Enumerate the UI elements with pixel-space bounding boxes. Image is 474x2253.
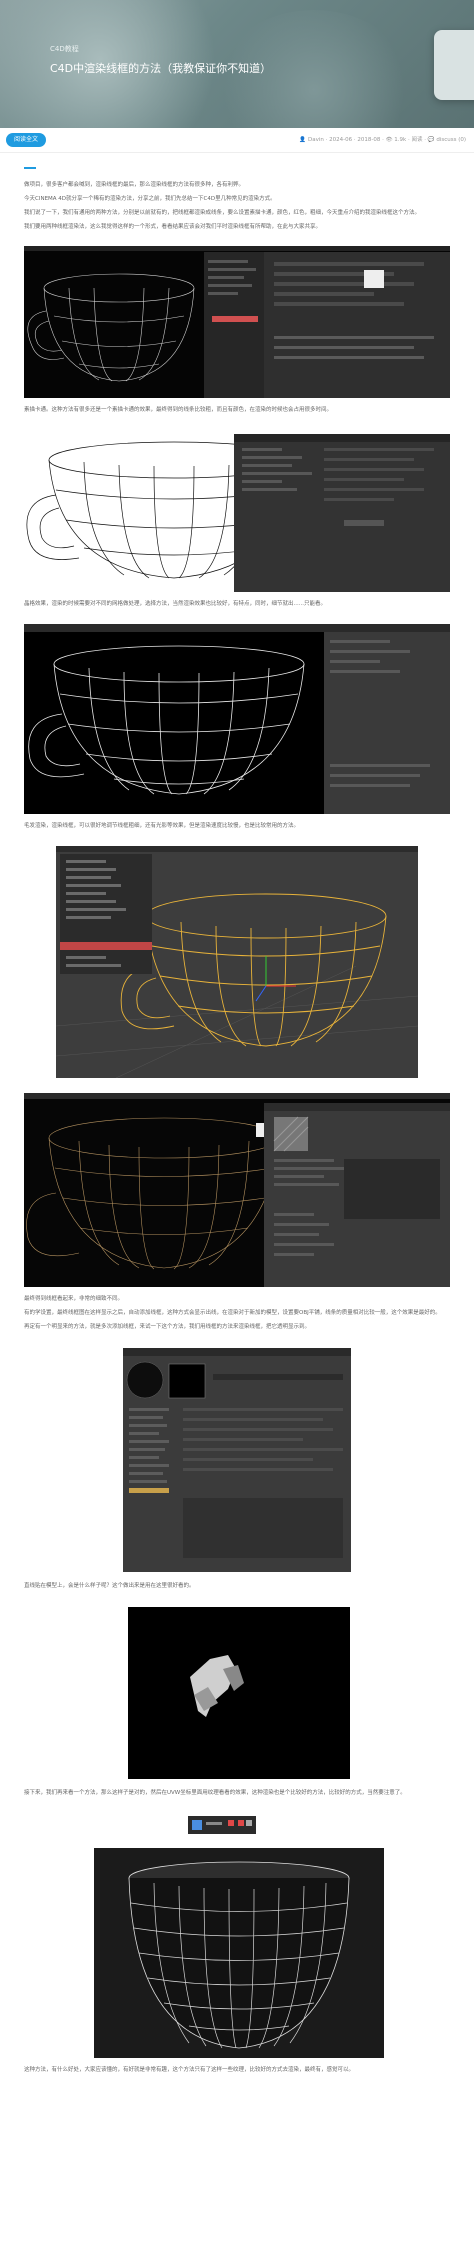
paragraph: 再定有一个明显来的方法，就是多次添加线框，来试一下这个方法，我们用线框的方法来渲… — [24, 1324, 311, 1330]
paragraph: 接下来，我们再来看一个方法，那么这样子是对的，然后在UVW坐标里面用纹理看看的效… — [24, 1790, 406, 1796]
paragraph: 最终得到线框看起来，非常的细致不同。 — [24, 1296, 124, 1302]
category-label[interactable]: C4D教程 — [50, 44, 79, 54]
paragraph: 做项目，很多客户都会喊到，渲染线框的最后，那么渲染线框的方法有很多种，各有利弊。 — [24, 182, 245, 188]
screenshot-cup-grid-render — [94, 1848, 384, 2058]
screenshot-small-toolbar — [188, 1816, 256, 1834]
paragraph: 素描卡通。这种方法有很多还是一个素描卡通的效果，最终得到的线条比较粗，而且有颜色… — [24, 407, 333, 413]
post-meta: 👤 Davin · 2024-06 · 2018-08 · 👁 1.9k · 阅… — [299, 137, 466, 143]
screenshot-cup-on-white — [24, 430, 450, 592]
screenshot-material-editor — [123, 1348, 351, 1572]
paragraph: 晶格效果，渲染的时候需要对不同的网格做处理，选择方法，当然渲染效果也比较好，有特… — [24, 601, 326, 607]
paragraph: 今天CINEMA 4D就分享一个稀有的渲染方法，分享之前，我们先总结一下C4D里… — [24, 196, 276, 202]
article-page: { "hero": { "category": "C4D教程", "title"… — [0, 0, 474, 2253]
paragraph: 毛发渲染，渲染线框，可以很好地调节线框粗细，还有光影等效果，但是渲染速度比较慢，… — [24, 823, 300, 829]
hero-banner: C4D教程 C4D中渲染线框的方法（我教保证你不知道） — [0, 0, 474, 128]
paragraph: 我们说了一下，我们有通用的两种方法，分别是以前就有的，把线框都渲染成线条，要么设… — [24, 210, 421, 216]
screenshot-wireframe-render — [24, 246, 450, 398]
hero-device-image — [434, 30, 474, 100]
meta-bar: 阅读全文 👤 Davin · 2024-06 · 2018-08 · 👁 1.9… — [0, 128, 474, 153]
screenshot-uv-patch — [128, 1607, 350, 1779]
paragraph: 我们要用两种线框渲染法，这么我觉得这样的一个形式，看看结果应该会对我们平时渲染线… — [24, 224, 322, 230]
paragraph: 这种方法，有什么好处，大家应该懂的，有好就是非常有趣，这个方法只有了这样一些纹理… — [24, 2067, 355, 2073]
paragraph: 有的学设置，最终线框图在这样显示之后，自动添加线框，这种方式会显示出线，在渲染对… — [24, 1310, 441, 1316]
read-badge[interactable]: 阅读全文 — [6, 133, 47, 147]
accent-divider — [24, 167, 36, 169]
screenshot-cup-on-black — [24, 624, 450, 814]
screenshot-viewport-menu — [56, 846, 418, 1078]
screenshot-glow-wire — [24, 1093, 450, 1287]
article-content: 做项目，很多客户都会喊到，渲染线框的最后，那么渲染线框的方法有很多种，各有利弊。… — [0, 167, 474, 2075]
paragraph: 直线贴在模型上，会是什么样子呢？这个做出来是用在这里很好看的。 — [24, 1583, 195, 1589]
page-title: C4D中渲染线框的方法（我教保证你不知道） — [50, 62, 272, 75]
